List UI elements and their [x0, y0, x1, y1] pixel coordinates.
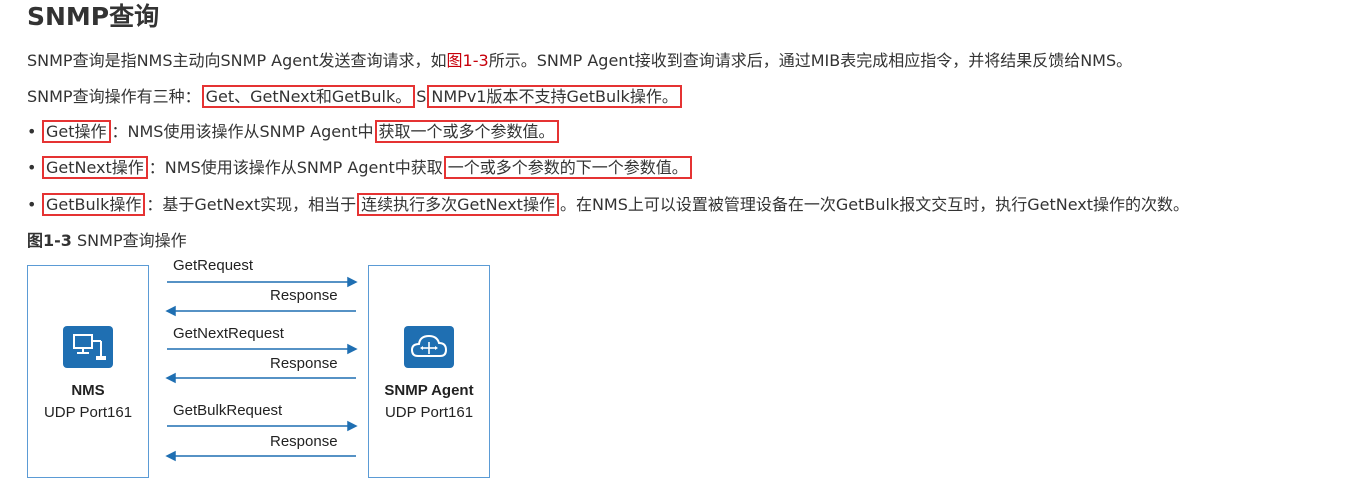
- arrowhead-getbulkrequest: [347, 420, 358, 432]
- arrowhead-response-3: [165, 450, 176, 462]
- arrowhead-getnextrequest: [347, 343, 358, 355]
- arrowhead-response-1: [165, 305, 176, 317]
- message-arrows: [165, 276, 358, 462]
- arrowhead-response-2: [165, 372, 176, 384]
- arrowhead-getrequest: [347, 276, 358, 288]
